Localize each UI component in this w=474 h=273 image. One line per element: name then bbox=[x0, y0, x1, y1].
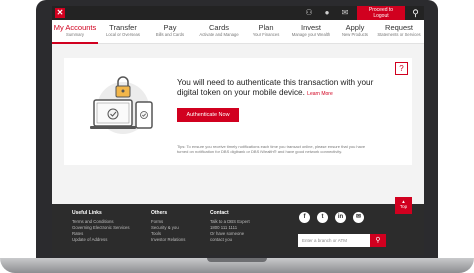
laptop-notch bbox=[207, 258, 267, 262]
footer-contact-you[interactable]: contact you bbox=[210, 237, 250, 243]
mail-icon[interactable]: ✉ bbox=[340, 8, 350, 18]
nav-title: Apply bbox=[345, 23, 365, 32]
help-icon[interactable]: ? bbox=[395, 62, 408, 75]
nav-subtitle: Manage your Wealth bbox=[291, 32, 331, 37]
footer-link-investor[interactable]: Investor Relations bbox=[151, 237, 185, 243]
nav-title: Pay bbox=[163, 23, 177, 32]
auth-message: You will need to authenticate this trans… bbox=[177, 78, 374, 97]
nav-subtitle: Local or Overseas bbox=[106, 32, 140, 37]
nav-item-transfer[interactable]: Transfer Local or Overseas bbox=[100, 23, 146, 38]
footer-others: Others Forms Security & you Tools Invest… bbox=[151, 210, 185, 243]
nav-title: Plan bbox=[258, 23, 274, 32]
nav-item-plan[interactable]: Plan Your Finances bbox=[243, 23, 289, 38]
footer-useful-links: Useful Links Terms and Conditions Govern… bbox=[72, 210, 130, 243]
nav-subtitle: Activate and Manage bbox=[199, 32, 239, 37]
nav-subtitle: Bills and Cards bbox=[155, 32, 185, 37]
brand-logo-icon[interactable]: ✕ bbox=[55, 8, 65, 18]
nav-item-invest[interactable]: Invest Manage your Wealth bbox=[288, 23, 334, 38]
network-icon[interactable]: ⚇ bbox=[304, 8, 314, 18]
footer-contact: Contact Talk to a DBS Expert 1800 111 11… bbox=[210, 210, 250, 243]
main-nav: My Accounts Summary Transfer Local or Ov… bbox=[52, 20, 424, 44]
nav-item-request[interactable]: Request Statements or Services bbox=[376, 23, 422, 38]
footer: Useful Links Terms and Conditions Govern… bbox=[52, 204, 424, 255]
location-pin-icon[interactable]: ⚲ bbox=[370, 234, 386, 247]
logout-line-2: Logout bbox=[373, 13, 389, 19]
nav-title: Cards bbox=[208, 23, 229, 32]
logout-button[interactable]: Proceed to Logout bbox=[357, 6, 405, 20]
nav-item-apply[interactable]: Apply New Products bbox=[332, 23, 378, 38]
branch-search-input[interactable]: Enter a branch or ATM bbox=[298, 234, 370, 247]
nav-title: Invest bbox=[300, 23, 321, 32]
nav-title: My Accounts bbox=[53, 23, 97, 32]
nav-subtitle: New Products bbox=[341, 32, 369, 37]
nav-item-my-accounts[interactable]: My Accounts Summary bbox=[52, 23, 98, 44]
footer-heading: Contact bbox=[210, 210, 229, 216]
nav-subtitle: Statements or Services bbox=[377, 32, 421, 37]
footer-heading: Useful Links bbox=[72, 210, 102, 216]
content-area: ? You will need to authenticate this tra… bbox=[52, 44, 424, 204]
laptop-base bbox=[0, 258, 474, 273]
nav-title: Request bbox=[385, 23, 413, 32]
search-icon[interactable]: ⚲ bbox=[407, 6, 424, 20]
linkedin-icon[interactable]: in bbox=[335, 212, 346, 223]
nav-subtitle: Your Finances bbox=[252, 32, 280, 37]
nav-item-cards[interactable]: Cards Activate and Manage bbox=[196, 23, 242, 38]
learn-more-link[interactable]: Learn More bbox=[307, 91, 333, 97]
nav-subtitle: Summary bbox=[66, 32, 84, 37]
authenticate-now-button[interactable]: Authenticate Now bbox=[177, 108, 239, 122]
devices-lock-icon bbox=[90, 76, 153, 134]
email-icon[interactable]: ✉ bbox=[353, 212, 364, 223]
footer-link-address[interactable]: Update of Address bbox=[72, 237, 130, 243]
nav-item-pay[interactable]: Pay Bills and Cards bbox=[147, 23, 193, 38]
top-label: Top bbox=[399, 204, 408, 209]
twitter-icon[interactable]: t bbox=[317, 212, 328, 223]
screen: ✕ ⚇ ● ✉ Proceed to Logout ⚲ My Accounts … bbox=[52, 6, 424, 255]
auth-message-block: You will need to authenticate this trans… bbox=[177, 78, 387, 99]
top-bar: ✕ ⚇ ● ✉ Proceed to Logout ⚲ bbox=[52, 6, 424, 20]
footer-heading: Others bbox=[151, 210, 168, 216]
user-icon[interactable]: ● bbox=[322, 8, 332, 18]
facebook-icon[interactable]: f bbox=[299, 212, 310, 223]
nav-title: Transfer bbox=[109, 23, 137, 32]
back-to-top-button[interactable]: ▲ Top bbox=[395, 197, 412, 214]
tip-text: Tips: To ensure you receive timely notif… bbox=[177, 144, 366, 154]
auth-card: ? You will need to authenticate this tra… bbox=[64, 58, 412, 165]
